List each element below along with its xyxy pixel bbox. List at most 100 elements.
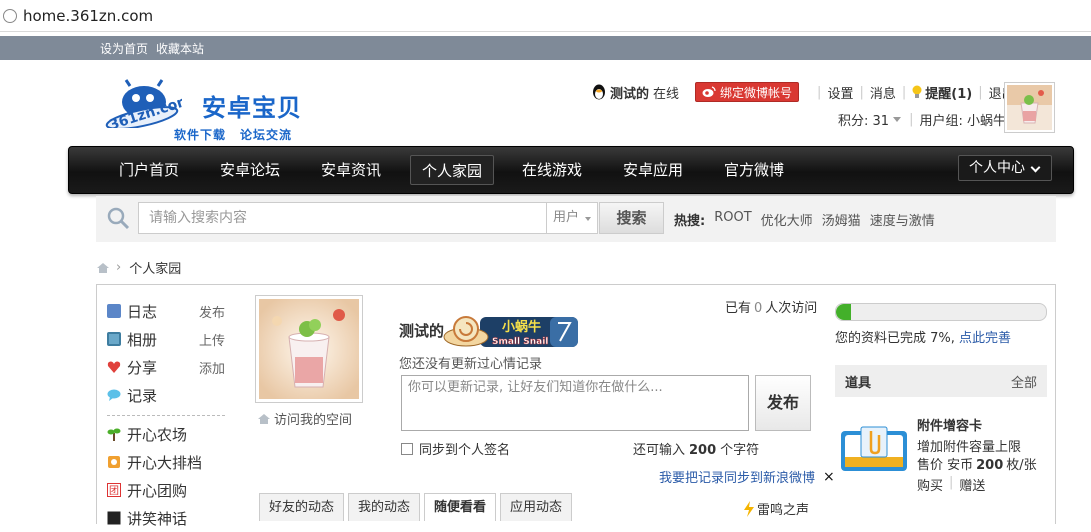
lightning-icon bbox=[744, 500, 754, 517]
hot-search-link[interactable]: 速度与激情 bbox=[870, 210, 935, 229]
svg-text:团: 团 bbox=[109, 485, 119, 497]
char-counter: 还可输入 200 个字符 bbox=[633, 443, 760, 458]
online-status: 在线 bbox=[653, 86, 680, 102]
sidebar-item-jokes[interactable]: 讲笑神话 bbox=[107, 504, 225, 532]
messages-link[interactable]: 消息 bbox=[870, 83, 896, 102]
album-upload-link[interactable]: 上传 bbox=[199, 330, 225, 349]
avatar-image bbox=[259, 299, 359, 399]
hot-search-link[interactable]: 汤姆猫 bbox=[822, 210, 861, 229]
sidebar-item-record[interactable]: 记录 bbox=[107, 381, 225, 409]
search-bar: 请输入搜索内容 用户 搜索 热搜: ROOT 优化大师 汤姆猫 速度与激情 bbox=[96, 196, 1056, 242]
search-input[interactable]: 请输入搜索内容 bbox=[138, 202, 546, 234]
tools-all-link[interactable]: 全部 bbox=[1011, 372, 1037, 391]
snail-badge-icon[interactable]: 小蜗牛 Small Snail bbox=[440, 311, 582, 349]
sync-weibo-prompt: 我要把记录同步到新浪微博 × bbox=[659, 467, 835, 487]
profile-name[interactable]: 测试的 bbox=[399, 320, 444, 341]
personal-center-dropdown[interactable]: 个人中心 bbox=[958, 155, 1052, 181]
tab-random[interactable]: 随便看看 bbox=[424, 493, 497, 521]
top-strip: 设为首页 收藏本站 bbox=[0, 36, 1091, 60]
qq-penguin-icon bbox=[593, 84, 605, 100]
sync-weibo-link[interactable]: 我要把记录同步到新浪微博 bbox=[659, 467, 815, 486]
album-icon bbox=[107, 332, 121, 346]
profile-completion-text: 您的资料已完成 7%, 点此完善 bbox=[835, 331, 1012, 346]
sidebar-item-happy-farm[interactable]: 开心农场 bbox=[107, 420, 225, 448]
brand-subtitle: 软件下载 论坛交流 bbox=[174, 128, 293, 142]
nav-portal-home[interactable]: 门户首页 bbox=[109, 155, 189, 185]
groupbuy-icon: 团 bbox=[107, 483, 121, 497]
sidebar-item-share[interactable]: 分享 添加 bbox=[107, 353, 225, 381]
nav-official-weibo[interactable]: 官方微博 bbox=[714, 155, 794, 185]
attachment-card-icon[interactable] bbox=[839, 421, 909, 477]
remind-link[interactable]: 提醒(1) bbox=[925, 83, 972, 102]
nav-personal-home[interactable]: 个人家园 bbox=[410, 155, 494, 185]
svg-text:Small Snail: Small Snail bbox=[492, 337, 548, 347]
nav-android-apps[interactable]: 安卓应用 bbox=[613, 155, 693, 185]
status-label: 您还没有更新过心情记录 bbox=[399, 357, 543, 372]
speech-bubble-icon bbox=[107, 389, 121, 401]
home-icon bbox=[258, 413, 270, 424]
profile-avatar[interactable] bbox=[255, 295, 363, 403]
set-home-link[interactable]: 设为首页 bbox=[100, 40, 148, 57]
tab-my-feed[interactable]: 我的动态 bbox=[348, 493, 421, 521]
points-label[interactable]: 积分: 31 bbox=[838, 110, 889, 129]
thunder-voice-link[interactable]: 雷鸣之声 bbox=[743, 499, 809, 518]
bind-weibo-button[interactable]: 绑定微博帐号 bbox=[695, 82, 800, 102]
sidebar-item-blog[interactable]: 日志 发布 bbox=[107, 297, 225, 325]
user-info-line: 积分: 31 | 用户组: 小蜗牛 bbox=[838, 110, 1006, 129]
close-icon[interactable]: × bbox=[823, 469, 835, 485]
search-button[interactable]: 搜索 bbox=[599, 202, 664, 234]
buy-link[interactable]: 购买 bbox=[917, 475, 943, 494]
heart-icon bbox=[107, 361, 121, 373]
search-type-select[interactable]: 用户 bbox=[546, 202, 598, 234]
avatar-image bbox=[1007, 85, 1052, 130]
blog-publish-link[interactable]: 发布 bbox=[199, 302, 225, 321]
publish-button[interactable]: 发布 bbox=[755, 375, 811, 431]
breadcrumb-current[interactable]: 个人家园 bbox=[129, 258, 181, 277]
user-status-line: 测试的 在线 绑定微博帐号 | 设置 | 消息 | 提醒(1) | 退出 bbox=[592, 82, 1015, 102]
user-group: 用户组: 小蜗牛 bbox=[919, 114, 1006, 129]
complete-profile-link[interactable]: 点此完善 bbox=[959, 331, 1011, 346]
tools-header: 道具 全部 bbox=[835, 365, 1047, 397]
profile-completion-bar bbox=[835, 303, 1047, 321]
hot-search-link[interactable]: ROOT bbox=[714, 210, 751, 229]
svg-text:小蜗牛: 小蜗牛 bbox=[502, 319, 541, 335]
nav-android-news[interactable]: 安卓资讯 bbox=[311, 155, 391, 185]
user-links: | 设置 | 消息 | 提醒(1) | 退出 bbox=[817, 83, 1015, 102]
sidebar-item-happy-groupbuy[interactable]: 团 开心团购 bbox=[107, 476, 225, 504]
tool-description: 增加附件容量上限 售价 安币 200 枚/张 bbox=[917, 440, 1037, 473]
visit-space-link[interactable]: 访问我的空间 bbox=[257, 409, 352, 428]
sprout-icon bbox=[107, 428, 121, 441]
tool-actions: 购买 | 赠送 bbox=[917, 475, 986, 494]
home-icon[interactable] bbox=[96, 262, 110, 274]
restaurant-icon bbox=[108, 456, 120, 468]
status-textarea[interactable]: 你可以更新记录, 让好友们知道你在做什么... bbox=[401, 375, 749, 431]
nav-android-forum[interactable]: 安卓论坛 bbox=[210, 155, 290, 185]
bookmark-link[interactable]: 收藏本站 bbox=[156, 40, 204, 57]
sync-signature-option[interactable]: 同步到个人签名 bbox=[401, 439, 510, 458]
chevron-down-icon[interactable] bbox=[893, 117, 902, 122]
share-add-link[interactable]: 添加 bbox=[199, 358, 225, 377]
site-header: 361zn.com 安卓宝贝 软件下载 论坛交流 测试的 在线 绑定微博帐号 | … bbox=[0, 60, 1091, 148]
tools-title: 道具 bbox=[845, 375, 872, 391]
tab-friends-feed[interactable]: 好友的动态 bbox=[259, 493, 345, 521]
sidebar-item-happy-restaurant[interactable]: 开心大排档 bbox=[107, 448, 225, 476]
globe-icon bbox=[3, 8, 17, 23]
tool-name[interactable]: 附件增容卡 bbox=[917, 415, 982, 434]
sync-signature-checkbox[interactable] bbox=[401, 442, 413, 455]
hot-search-link[interactable]: 优化大师 bbox=[761, 210, 813, 229]
address-bar[interactable]: home.361zn.com bbox=[0, 0, 1091, 32]
avatar[interactable] bbox=[1004, 82, 1055, 133]
site-logo[interactable]: 361zn.com 安卓宝贝 软件下载 论坛交流 bbox=[102, 72, 317, 142]
main-nav: 门户首页 安卓论坛 安卓资讯 个人家园 在线游戏 安卓应用 官方微博 个人中心 bbox=[68, 146, 1074, 194]
url-text[interactable]: home.361zn.com bbox=[23, 7, 153, 25]
tab-app-feed[interactable]: 应用动态 bbox=[500, 493, 573, 521]
sidebar-item-album[interactable]: 相册 上传 bbox=[107, 325, 225, 353]
settings-link[interactable]: 设置 bbox=[827, 83, 853, 102]
chevron-down-icon bbox=[585, 217, 591, 221]
android-robot-icon: 361zn.com bbox=[105, 79, 182, 128]
gift-link[interactable]: 赠送 bbox=[959, 475, 985, 494]
nav-online-games[interactable]: 在线游戏 bbox=[512, 155, 592, 185]
divider bbox=[107, 415, 225, 416]
search-icon bbox=[107, 207, 130, 230]
username-link[interactable]: 测试的 bbox=[610, 83, 649, 102]
